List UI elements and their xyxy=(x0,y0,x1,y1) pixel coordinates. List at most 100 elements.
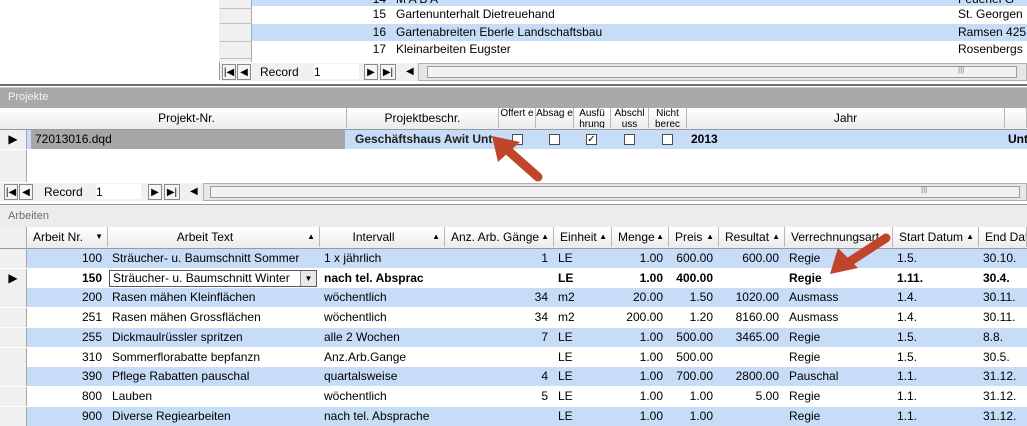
cell-anz[interactable]: 4 xyxy=(445,367,554,386)
cell-menge[interactable]: 1.00 xyxy=(612,348,669,367)
record-selector[interactable]: ▶ xyxy=(0,130,27,149)
abschluss-checkbox[interactable] xyxy=(624,134,635,145)
cell-text[interactable]: Sträucher- u. Baumschnitt Sommer xyxy=(108,249,320,268)
cell-text[interactable]: Dickmaulrüssler spritzen xyxy=(108,328,320,347)
next-record-button[interactable]: ▶ xyxy=(148,184,162,200)
projektbeschr-field[interactable]: Geschäftshaus Awit Unt xyxy=(355,130,497,149)
cell-preis[interactable]: 600.00 xyxy=(669,249,719,268)
header-intervall[interactable]: Intervall ▲ xyxy=(320,227,445,247)
cell-anz[interactable]: 34 xyxy=(445,288,554,307)
cell-nr[interactable]: 150 xyxy=(27,269,108,288)
cell-start[interactable]: 1.4. xyxy=(893,288,979,307)
cell-menge[interactable]: 1.00 xyxy=(612,249,669,268)
header-ausfuehrung[interactable]: Ausfü hrung xyxy=(574,108,611,128)
cell-text[interactable]: Rasen mähen Grossflächen xyxy=(108,308,320,327)
projekte-horizontal-scrollbar[interactable]: ||| xyxy=(203,183,1027,201)
record-selector[interactable] xyxy=(0,288,27,308)
sort-up-icon[interactable]: ▲ xyxy=(706,227,714,247)
first-record-button[interactable]: |◀ xyxy=(4,184,18,200)
cell-intervall[interactable]: nach tel. Absprache xyxy=(320,407,445,426)
cell-einheit[interactable]: LE xyxy=(554,387,612,406)
cell-preis[interactable]: 1.50 xyxy=(669,288,719,307)
header-anz[interactable]: Anz. Arb. Gänge ▲ xyxy=(445,227,554,247)
cell-verrechnung[interactable]: Pauschal xyxy=(785,367,893,386)
cell-preis[interactable]: 1.00 xyxy=(669,407,719,426)
table-row[interactable]: 390 Pflege Rabatten pauschal quartalsweise… xyxy=(0,367,1027,387)
record-selector[interactable] xyxy=(0,386,27,406)
sort-down-icon[interactable]: ▼ xyxy=(95,227,103,247)
record-selector[interactable] xyxy=(0,327,27,347)
top-horizontal-scrollbar[interactable]: ||| xyxy=(418,63,1027,81)
header-projektbeschr[interactable]: Projektbeschr. xyxy=(347,108,499,128)
cell-intervall[interactable]: quartalsweise xyxy=(320,367,445,386)
cell-text[interactable]: Rasen mähen Kleinflächen xyxy=(108,288,320,307)
cell-menge[interactable]: 20.00 xyxy=(612,288,669,307)
sort-up-icon[interactable]: ▲ xyxy=(599,227,607,247)
cell-einheit[interactable]: LE xyxy=(554,269,612,288)
table-row[interactable]: 200 Rasen mähen Kleinflächen wöchentlich 34… xyxy=(0,288,1027,308)
cell-end[interactable]: 31.12. xyxy=(979,367,1027,386)
cell-verrechnung[interactable]: Regie xyxy=(785,387,893,406)
header-nr[interactable]: Arbeit Nr. ▼ xyxy=(27,227,108,247)
cell-resultat[interactable]: 8160.00 xyxy=(719,308,785,327)
cell-start[interactable]: 1.11. xyxy=(893,269,979,288)
cell-anz[interactable]: 34 xyxy=(445,308,554,327)
cell-nr[interactable]: 255 xyxy=(27,328,108,347)
sort-up-icon[interactable]: ▲ xyxy=(307,227,315,247)
cell-resultat[interactable]: 3465.00 xyxy=(719,328,785,347)
cell-start[interactable]: 1.1. xyxy=(893,367,979,386)
cell-intervall[interactable]: nach tel. Absprac xyxy=(320,269,445,288)
cell-einheit[interactable]: LE xyxy=(554,407,612,426)
cell-resultat[interactable]: 2800.00 xyxy=(719,367,785,386)
table-row[interactable]: 251 Rasen mähen Grossflächen wöchentlich 34… xyxy=(0,308,1027,328)
top-list-selector[interactable] xyxy=(220,41,251,59)
sort-up-icon[interactable]: ▲ xyxy=(541,227,549,247)
record-selector[interactable] xyxy=(0,367,27,387)
cell-nr[interactable]: 251 xyxy=(27,308,108,327)
cell-resultat[interactable] xyxy=(719,269,785,288)
cell-verrechnung[interactable]: Regie xyxy=(785,328,893,347)
table-row[interactable]: 900 Diverse Regiearbeiten nach tel. Abspra… xyxy=(0,406,1027,426)
cell-start[interactable]: 1.1. xyxy=(893,407,979,426)
cell-resultat[interactable]: 600.00 xyxy=(719,249,785,268)
cell-einheit[interactable]: LE xyxy=(554,367,612,386)
cell-end[interactable]: 30.5. xyxy=(979,348,1027,367)
cell-start[interactable]: 1.5. xyxy=(893,249,979,268)
cell-resultat[interactable]: 5.00 xyxy=(719,387,785,406)
record-number-input[interactable]: 1 xyxy=(314,64,359,79)
previous-record-button[interactable]: ◀ xyxy=(19,184,33,200)
last-record-button[interactable]: ▶| xyxy=(380,64,396,80)
cell-end[interactable]: 8.8. xyxy=(979,328,1027,347)
cell-intervall[interactable]: wöchentlich xyxy=(320,387,445,406)
header-projekt-nr[interactable]: Projekt-Nr. xyxy=(27,108,347,128)
sort-up-icon[interactable]: ▲ xyxy=(432,227,440,247)
scroll-thumb[interactable]: ||| xyxy=(427,65,1017,78)
sort-up-icon[interactable]: ▲ xyxy=(656,227,664,247)
cell-nr[interactable]: 200 xyxy=(27,288,108,307)
cell-end[interactable]: 30.4. xyxy=(979,269,1027,288)
header-end[interactable]: End Datu xyxy=(979,227,1027,247)
cell-nr[interactable]: 800 xyxy=(27,387,108,406)
cell-nr[interactable]: 310 xyxy=(27,348,108,367)
cell-einheit[interactable]: m2 xyxy=(554,288,612,307)
previous-record-button[interactable]: ◀ xyxy=(237,64,251,80)
top-list-row[interactable]: 15 Gartenunterhalt Dietreuehand St. George… xyxy=(252,6,1027,23)
cell-anz[interactable]: 1 xyxy=(445,249,554,268)
cell-preis[interactable]: 500.00 xyxy=(669,348,719,367)
cell-menge[interactable]: 1.00 xyxy=(612,269,669,288)
record-number-input[interactable]: 1 xyxy=(96,184,141,199)
nicht-berechnet-checkbox[interactable] xyxy=(662,134,673,145)
cell-text[interactable]: Lauben xyxy=(108,387,320,406)
header-abschluss[interactable]: Abschl uss xyxy=(611,108,649,128)
header-menge[interactable]: Menge ▲ xyxy=(612,227,669,247)
cell-menge[interactable]: 200.00 xyxy=(612,308,669,327)
first-record-button[interactable]: |◀ xyxy=(222,64,236,80)
arbeit-text-combobox[interactable]: Sträucher- u. Baumschnitt Winter ▼ xyxy=(109,269,317,287)
cell-resultat[interactable] xyxy=(719,407,785,426)
header-nicht-berechnet[interactable]: Nicht berec xyxy=(649,108,687,128)
cell-start[interactable]: 1.5. xyxy=(893,328,979,347)
extra-field[interactable]: Unt xyxy=(1008,130,1027,149)
cell-einheit[interactable]: m2 xyxy=(554,308,612,327)
sort-up-icon[interactable]: ▲ xyxy=(966,227,974,247)
table-row[interactable]: 310 Sommerflorabatte bepfanzn Anz.Arb.Gang… xyxy=(0,347,1027,367)
